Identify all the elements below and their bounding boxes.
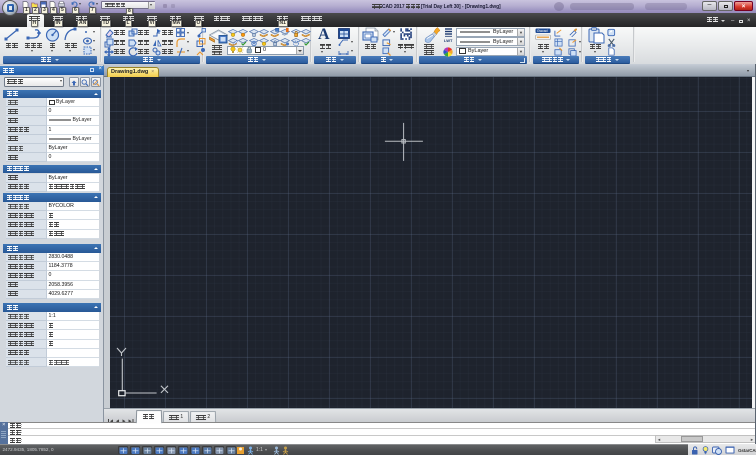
svg-text:Gwcad: Gwcad <box>537 29 548 33</box>
